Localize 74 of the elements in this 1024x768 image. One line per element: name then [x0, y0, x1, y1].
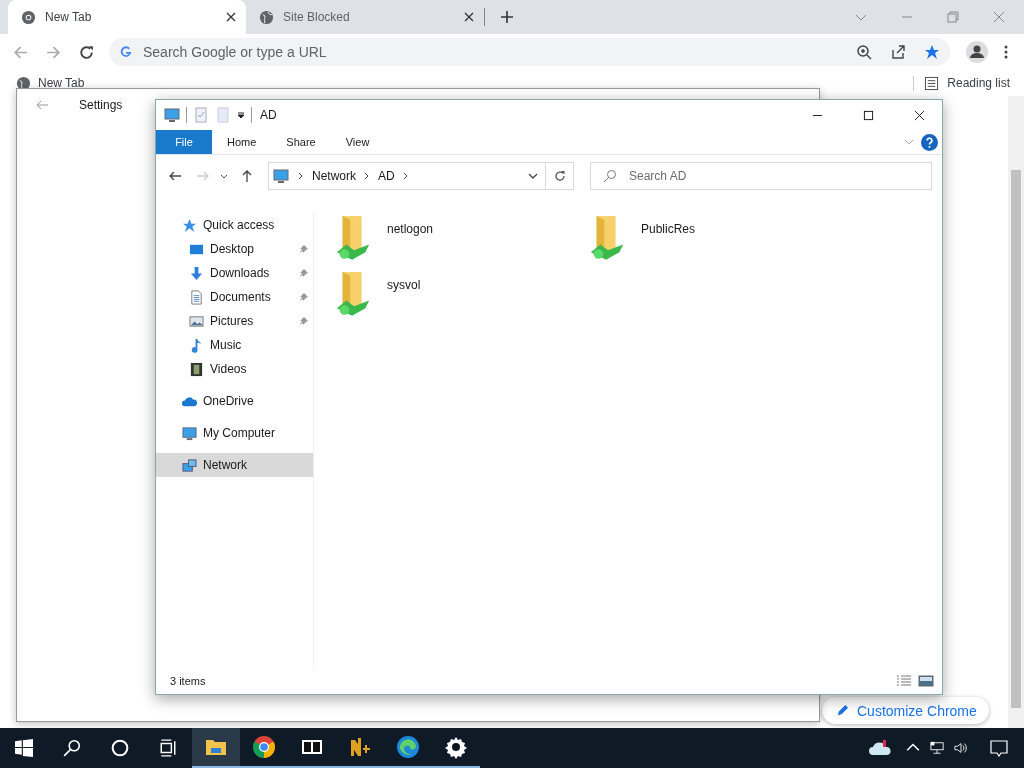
nav-item[interactable]: Pictures: [156, 309, 313, 333]
pencil-icon: [836, 704, 849, 717]
chevron-down-icon[interactable]: [220, 172, 228, 180]
chevron-right-icon: [298, 172, 304, 180]
ribbon-tab[interactable]: View: [330, 130, 385, 154]
search-box[interactable]: Search AD: [590, 162, 932, 190]
nav-item[interactable]: Downloads: [156, 261, 313, 285]
help-icon[interactable]: [921, 133, 938, 151]
down-arrow-icon: [189, 265, 204, 281]
scrollbar[interactable]: [1008, 96, 1024, 728]
file-item[interactable]: netlogon: [335, 213, 589, 269]
refresh-icon: [552, 169, 567, 183]
status-text: 3 items: [170, 675, 206, 687]
nav-item[interactable]: Music: [156, 333, 313, 357]
address-field[interactable]: Search Google or type a URL: [141, 43, 445, 61]
bookmark[interactable]: New Tab: [16, 75, 85, 91]
menu-icon[interactable]: [1004, 44, 1008, 60]
google-icon: [119, 45, 133, 59]
network-icon: [182, 457, 197, 473]
computer-icon: [164, 107, 180, 123]
window-title: Settings: [79, 98, 123, 112]
nav-item[interactable]: Quick access: [156, 213, 313, 237]
chevron-right-icon: [364, 172, 370, 180]
reading-list-button[interactable]: Reading list: [913, 75, 1010, 91]
close-icon[interactable]: [464, 12, 474, 22]
search-icon: [603, 169, 617, 183]
browser-tab[interactable]: Site Blocked: [246, 0, 484, 34]
network-icon[interactable]: [930, 741, 944, 755]
pictures-icon: [189, 313, 204, 329]
customize-chrome-button[interactable]: Customize Chrome: [822, 697, 989, 724]
nav-item[interactable]: Documents: [156, 285, 313, 309]
scrollbar-thumb[interactable]: [1011, 170, 1021, 708]
nav-item[interactable]: Videos: [156, 357, 313, 381]
breadcrumb-item[interactable]: AD: [378, 169, 395, 183]
window-title: AD: [260, 108, 277, 122]
ribbon-tab[interactable]: Home: [212, 130, 272, 154]
back-icon[interactable]: [168, 169, 182, 183]
profile-icon[interactable]: [966, 41, 988, 63]
computer-icon: [182, 425, 197, 441]
document-icon: [189, 289, 204, 305]
edge-icon: [396, 735, 420, 759]
dropdown-icon[interactable]: [237, 111, 245, 119]
new-tab-icon[interactable]: [500, 10, 514, 24]
notification-icon[interactable]: [990, 739, 1008, 757]
close-icon[interactable]: [226, 12, 236, 22]
breadcrumb-item[interactable]: Network: [312, 169, 356, 183]
film-icon: [189, 361, 204, 377]
music-note-icon: [189, 337, 204, 353]
refresh-button[interactable]: [546, 162, 574, 190]
star-icon: [182, 217, 197, 233]
list-icon: [924, 75, 940, 91]
file-item[interactable]: sysvol: [335, 269, 589, 325]
thumbnail-view-icon[interactable]: [918, 675, 934, 687]
address-field[interactable]: Network AD: [268, 162, 546, 190]
nav-item[interactable]: Network: [156, 453, 313, 477]
nav-item[interactable]: OneDrive: [156, 389, 313, 413]
editor-icon: [348, 735, 372, 759]
star-icon[interactable]: [924, 44, 940, 60]
speaker-icon[interactable]: [954, 741, 968, 755]
up-arrow-icon[interactable]: [240, 169, 254, 183]
share-icon[interactable]: [890, 44, 906, 60]
computer-icon: [272, 168, 290, 184]
chevron-right-icon: [402, 172, 409, 180]
nav-item[interactable]: Desktop: [156, 237, 313, 261]
reload-icon[interactable]: [78, 43, 95, 61]
file-item[interactable]: PublicRes: [589, 213, 843, 269]
nav-item[interactable]: My Computer: [156, 421, 313, 445]
taskbar-app[interactable]: [192, 728, 240, 768]
zoom-icon[interactable]: [856, 44, 872, 60]
browser-tab[interactable]: New Tab: [8, 0, 246, 34]
gear-icon: [444, 735, 468, 759]
cloud-icon[interactable]: [868, 739, 892, 757]
ribbon-tab[interactable]: Share: [271, 130, 331, 154]
file-menu-tab[interactable]: File: [156, 130, 212, 154]
